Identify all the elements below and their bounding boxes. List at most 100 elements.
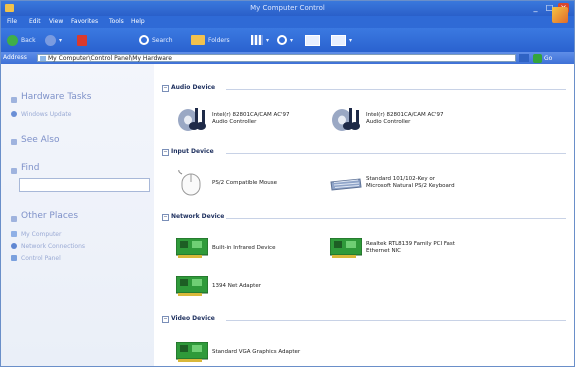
display-adapter-icon [176,342,208,362]
other-places-bullet-icon [11,216,17,222]
device-name-line2: Ethernet NIC [366,248,402,254]
device-name-line2: Audio Controller [212,119,257,125]
back-button[interactable]: Back [7,33,36,47]
device-keyboard[interactable]: Standard 101/102-Key or Microsoft Natura… [330,170,455,196]
audio-device-icon [332,108,360,131]
network-connections-icon [11,243,17,249]
audio-device-icon [178,108,206,131]
address-value: My Computer\Control Panel\My Hardware [48,55,172,62]
folders-button[interactable]: Folders [191,33,230,47]
back-arrow-icon [7,34,18,46]
menu-tools[interactable]: Tools [109,18,124,25]
network-card-icon [176,238,208,258]
collapse-icon: − [162,85,169,92]
monitor-icon [305,34,320,46]
control-panel-link[interactable]: Control Panel [21,255,61,262]
layout-button[interactable]: ▾ [331,33,352,47]
views-button[interactable]: ▾ [251,33,269,47]
network-card-icon [330,238,362,258]
device-name-line1: Intel(r) 82801CA/CAM AC'97 [212,112,290,118]
up-button[interactable] [77,33,87,47]
device-audio-1[interactable]: Intel(r) 82801CA/CAM AC'97 Audio Control… [176,106,290,132]
see-also-heading[interactable]: See Also [21,135,60,145]
history-button[interactable] [305,33,320,47]
toolbar: Back ▾ Search Folders ▾ ▾ ▾ [1,28,574,52]
chevron-down-icon: ▾ [349,36,353,44]
forward-arrow-icon [45,34,56,46]
windows-update-link[interactable]: Windows Update [21,111,71,118]
search-button[interactable]: Search [139,33,173,47]
folder-icon [191,35,205,45]
device-vga[interactable]: Standard VGA Graphics Adapter [176,342,300,362]
group-header-input[interactable]: − Input Device [162,148,214,156]
content-pane: − Audio Device Intel(r) 82801CA/CAM AC'97… [154,64,574,366]
device-name-line1: 1394 Net Adapter [212,282,261,289]
group-header-video[interactable]: − Video Device [162,315,215,323]
control-panel-icon [11,255,17,261]
network-card-icon [176,276,208,296]
see-also-bullet-icon [11,139,17,145]
collapse-icon: − [162,214,169,221]
address-dropdown-button[interactable] [519,54,529,62]
explorer-window: My Computer Control _ □ × File Edit View… [0,0,575,367]
title-bar[interactable]: My Computer Control _ □ × [1,1,574,16]
computer-icon [40,56,46,61]
device-name-line1: Realtek RTL8139 Family PCI Fast [366,241,455,247]
search-options-button[interactable]: ▾ [277,33,293,47]
keyboard-icon [330,178,362,191]
device-audio-2[interactable]: Intel(r) 82801CA/CAM AC'97 Audio Control… [330,106,444,132]
group-divider [226,320,566,321]
go-arrow-icon [533,53,542,63]
collapse-icon: − [162,149,169,156]
go-button[interactable]: Go [533,53,552,63]
my-computer-link[interactable]: My Computer [21,231,61,238]
my-computer-icon [11,231,17,237]
forward-button[interactable]: ▾ [45,33,62,47]
task-pane: Hardware Tasks Windows Update See Also F… [1,64,154,366]
window-title: My Computer Control [250,4,325,12]
chevron-down-icon: ▾ [266,36,270,44]
window-layout-icon [331,34,346,46]
device-name-line1: Standard VGA Graphics Adapter [212,348,301,355]
hardware-tasks-bullet-icon [11,97,17,103]
device-1394[interactable]: 1394 Net Adapter [176,276,261,296]
find-heading[interactable]: Find [21,163,39,173]
device-mouse[interactable]: PS/2 Compatible Mouse [176,170,277,196]
address-field[interactable]: My Computer\Control Panel\My Hardware [37,54,516,62]
find-input[interactable] [19,178,150,192]
menu-file[interactable]: File [7,18,17,25]
device-name-line1: Standard 101/102-Key or [366,176,435,182]
magnifier-icon [277,35,287,45]
collapse-icon: − [162,316,169,323]
group-divider [226,153,566,154]
views-icon [251,35,263,45]
menu-edit[interactable]: Edit [29,18,41,25]
menu-bar: File Edit View Favorites Tools Help [1,7,574,28]
minimize-button[interactable]: _ [530,3,541,13]
other-places-heading[interactable]: Other Places [21,211,78,221]
windows-logo-icon [552,7,568,23]
device-name-line1: PS/2 Compatible Mouse [212,179,278,186]
mouse-icon [178,170,201,196]
windows-update-icon [11,111,17,117]
menu-favorites[interactable]: Favorites [71,18,98,25]
menu-help[interactable]: Help [131,18,145,25]
address-bar: Address My Computer\Control Panel\My Har… [1,52,574,64]
device-realtek[interactable]: Realtek RTL8139 Family PCI Fast Ethernet… [330,238,455,258]
chevron-down-icon: ▾ [59,36,63,44]
network-connections-link[interactable]: Network Connections [21,243,85,250]
device-infrared[interactable]: Built-in Infrared Device [176,238,275,258]
hardware-tasks-heading[interactable]: Hardware Tasks [21,92,91,102]
device-name-line1: Intel(r) 82801CA/CAM AC'97 [366,112,444,118]
device-name-line2: Microsoft Natural PS/2 Keyboard [366,183,455,189]
menu-view[interactable]: View [49,18,63,25]
group-divider [226,218,566,219]
up-folder-icon [77,34,87,46]
find-bullet-icon [11,168,17,174]
group-header-network[interactable]: − Network Device [162,213,224,221]
chevron-down-icon: ▾ [290,36,294,44]
device-name-line1: Built-in Infrared Device [212,244,276,251]
group-header-audio[interactable]: − Audio Device [162,84,215,92]
search-icon [139,35,149,45]
address-label: Address [3,54,27,61]
